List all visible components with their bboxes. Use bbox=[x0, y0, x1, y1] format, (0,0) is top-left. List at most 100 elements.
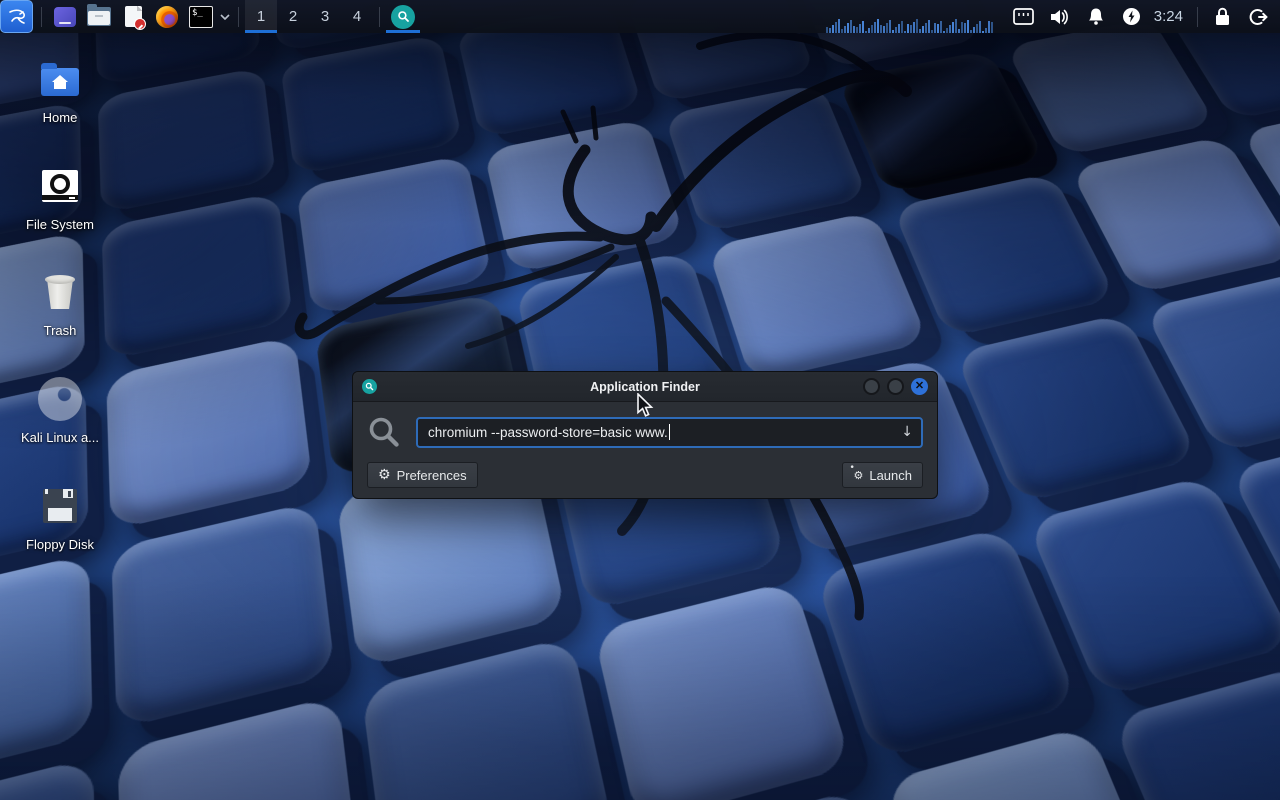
cpu-graph-bar bbox=[976, 24, 978, 33]
cpu-graph-bar bbox=[922, 26, 924, 33]
panel-separator bbox=[41, 7, 42, 27]
launcher-terminal[interactable]: $_ bbox=[186, 0, 216, 33]
launch-button[interactable]: ⚙ Launch bbox=[842, 462, 923, 488]
workspace-3-button[interactable]: 3 bbox=[309, 0, 341, 33]
panel-separator bbox=[379, 7, 380, 27]
cpu-graph-bar bbox=[916, 19, 918, 33]
disc-icon bbox=[38, 377, 82, 421]
text-editor-icon bbox=[125, 6, 142, 27]
cpu-graph-bar bbox=[988, 21, 990, 33]
cpu-graph-bar bbox=[985, 28, 987, 33]
workspace-4-button[interactable]: 4 bbox=[341, 0, 373, 33]
close-button[interactable]: ✕ bbox=[911, 378, 928, 395]
desktop-icon-label: File System bbox=[10, 217, 110, 232]
preferences-label: Preferences bbox=[397, 468, 467, 483]
cpu-graph-bar bbox=[868, 28, 870, 33]
desktop-icon-trash[interactable]: Trash bbox=[10, 268, 110, 338]
command-input[interactable]: chromium --password-store=basic www. ↓ bbox=[416, 417, 923, 448]
cpu-graph-bar bbox=[853, 26, 855, 33]
cpu-graph-bar bbox=[877, 19, 879, 33]
cpu-graph-bar bbox=[982, 31, 984, 33]
application-finder-window: Application Finder ✕ chromium --password… bbox=[352, 371, 938, 499]
close-icon: ✕ bbox=[915, 381, 924, 392]
launcher-dropdown-chevron[interactable] bbox=[218, 0, 232, 33]
cpu-graph-bar bbox=[907, 24, 909, 33]
minimize-button[interactable] bbox=[863, 378, 880, 395]
desktop-icon-kali-volume[interactable]: Kali Linux a... bbox=[10, 375, 110, 445]
application-finder-icon bbox=[391, 5, 415, 29]
system-tray: 3:24 bbox=[826, 0, 1280, 33]
desktop-icon-home[interactable]: Home bbox=[10, 55, 110, 125]
cpu-graph-bar bbox=[871, 25, 873, 33]
cpu-graph-bar bbox=[832, 25, 834, 33]
cpu-graph-bar bbox=[898, 24, 900, 33]
cpu-graph-bar bbox=[991, 22, 993, 33]
mouse-cursor bbox=[636, 393, 658, 419]
cpu-graph-bar bbox=[835, 22, 837, 33]
cpu-graph-bar bbox=[901, 21, 903, 33]
file-manager-icon bbox=[87, 7, 111, 26]
power-manager-icon[interactable] bbox=[1120, 0, 1144, 33]
desktop-app-icon bbox=[54, 7, 76, 27]
wallpaper-cube bbox=[707, 211, 929, 383]
maximize-button[interactable] bbox=[887, 378, 904, 395]
applications-menu-button[interactable] bbox=[0, 0, 33, 33]
desktop-icon-file-system[interactable]: File System bbox=[10, 162, 110, 232]
cpu-graph-bar bbox=[946, 28, 948, 33]
cpu-graph-bar bbox=[856, 27, 858, 33]
cpu-graph-bar bbox=[964, 23, 966, 33]
lock-screen-button[interactable] bbox=[1210, 0, 1234, 33]
top-panel: $_ 1 2 3 4 bbox=[0, 0, 1280, 33]
cpu-graph-bar bbox=[886, 23, 888, 33]
file-system-drive-icon bbox=[42, 170, 78, 202]
panel-clock[interactable]: 3:24 bbox=[1154, 8, 1183, 25]
notifications-bell-icon[interactable] bbox=[1084, 0, 1108, 33]
workspace-2-button[interactable]: 2 bbox=[277, 0, 309, 33]
cpu-graph-bar bbox=[952, 22, 954, 33]
lock-icon bbox=[1214, 7, 1231, 26]
desktop-icon-floppy-disk[interactable]: Floppy Disk bbox=[10, 482, 110, 552]
dropdown-arrow-icon[interactable]: ↓ bbox=[901, 424, 913, 440]
terminal-icon: $_ bbox=[189, 6, 213, 28]
desktop-icon-label: Trash bbox=[10, 323, 110, 338]
window-icon bbox=[362, 379, 377, 394]
launcher-text-editor[interactable] bbox=[118, 0, 148, 33]
volume-tray-icon[interactable] bbox=[1048, 0, 1072, 33]
cpu-graph-bar bbox=[889, 20, 891, 33]
cpu-graph-bar bbox=[880, 25, 882, 33]
panel-separator bbox=[238, 7, 239, 27]
launcher-desktop-app[interactable] bbox=[50, 0, 80, 33]
cpu-graph-bar bbox=[955, 19, 957, 33]
cpu-graph-bar bbox=[910, 25, 912, 33]
cpu-graph-bar bbox=[967, 20, 969, 33]
cpu-graph-bar bbox=[973, 27, 975, 33]
network-tray-icon[interactable] bbox=[1012, 0, 1036, 33]
cpu-graph-bar bbox=[844, 26, 846, 33]
wallpaper-cube bbox=[296, 154, 493, 316]
cpu-graph-bar bbox=[829, 28, 831, 33]
panel-separator bbox=[1197, 7, 1198, 27]
preferences-button[interactable]: ⚙ Preferences bbox=[367, 462, 478, 488]
launch-label: Launch bbox=[869, 468, 912, 483]
cpu-graph-bar bbox=[970, 30, 972, 33]
cpu-graph-bar bbox=[937, 24, 939, 33]
taskbar-application-finder[interactable] bbox=[386, 0, 420, 33]
logout-button[interactable] bbox=[1246, 0, 1270, 33]
wallpaper-cube bbox=[837, 50, 1045, 194]
chevron-down-icon bbox=[220, 14, 230, 20]
cpu-graph-bar bbox=[919, 29, 921, 33]
cpu-graph-bar bbox=[979, 21, 981, 33]
wallpaper-cube bbox=[106, 335, 313, 530]
launcher-file-manager[interactable] bbox=[84, 0, 114, 33]
launcher-firefox[interactable] bbox=[152, 0, 182, 33]
cpu-graph bbox=[826, 0, 998, 33]
cpu-graph-bar bbox=[928, 20, 930, 33]
wallpaper-cube bbox=[102, 192, 294, 361]
wallpaper-cube bbox=[361, 636, 614, 800]
cpu-graph-bar bbox=[904, 31, 906, 33]
workspace-1-button[interactable]: 1 bbox=[245, 0, 277, 33]
cpu-graph-bar bbox=[847, 23, 849, 33]
cpu-graph-bar bbox=[949, 25, 951, 33]
desktop: $_ 1 2 3 4 bbox=[0, 0, 1280, 800]
workspace-4-label: 4 bbox=[353, 8, 361, 25]
